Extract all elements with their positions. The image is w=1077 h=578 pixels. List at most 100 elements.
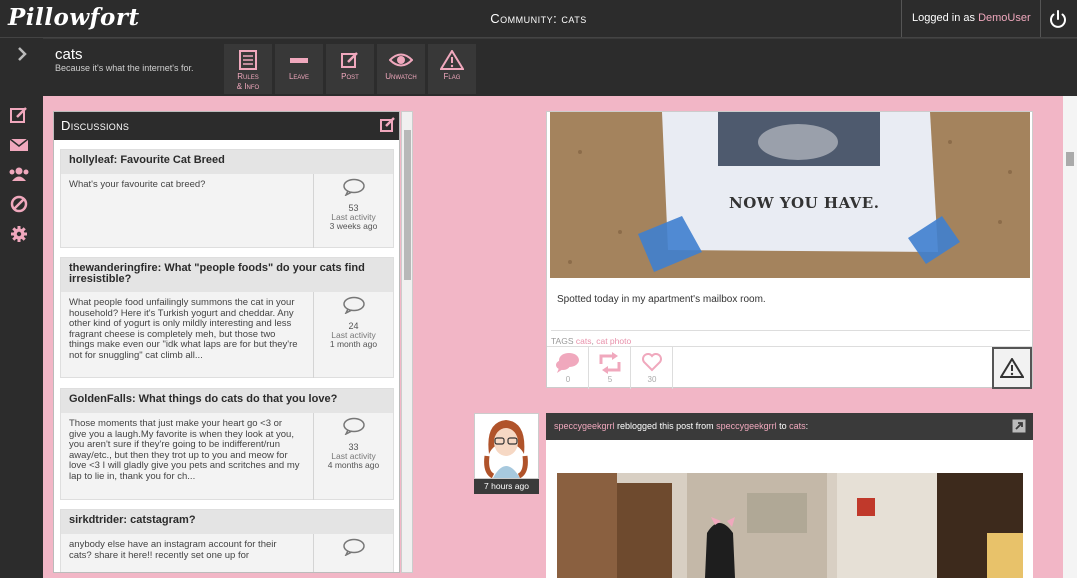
page-scroll-thumb[interactable] [1066, 152, 1074, 166]
post-card: NOW YOU HAVE. Spotted today in my apartm… [546, 111, 1033, 389]
discussion-list: hollyleaf: Favourite Cat Breed What's yo… [54, 140, 399, 572]
discussion-item[interactable]: thewanderingfire: What "people foods" do… [60, 257, 394, 378]
discussion-title[interactable]: thewanderingfire: What "people foods" do… [61, 258, 393, 292]
comments-icon [342, 296, 365, 315]
tags-label: TAGS [551, 336, 574, 346]
eye-icon [389, 53, 413, 67]
sidebar-blocked[interactable] [8, 193, 30, 215]
last-activity-time: 4 months ago [327, 460, 380, 470]
leave-label: Leave [288, 72, 309, 81]
discussion-item[interactable]: GoldenFalls: What things do cats do that… [60, 388, 394, 500]
unwatch-label: Unwatch [385, 72, 417, 81]
pillowfort-logo[interactable]: Pillowfort [8, 4, 140, 31]
avatar-illustration [475, 414, 538, 479]
users-icon [9, 167, 29, 181]
comments-icon [342, 417, 365, 436]
login-status: Logged in as DemoUser [912, 12, 1031, 24]
discussion-title[interactable]: hollyleaf: Favourite Cat Breed [61, 150, 393, 174]
like-count: 30 [647, 375, 657, 384]
open-post-button[interactable] [1012, 419, 1026, 433]
comment-button[interactable]: 0 [547, 347, 589, 389]
post-image[interactable]: NOW YOU HAVE. [550, 112, 1030, 278]
rules-icon [239, 50, 257, 70]
post-image-2[interactable] [557, 473, 1023, 578]
discussion-stats: 53 Last activity 3 weeks ago [313, 174, 393, 248]
chevron-right-icon [17, 47, 27, 61]
discussion-stats: 33 Last activity 4 months ago [313, 413, 393, 500]
sidebar-settings[interactable] [8, 223, 30, 245]
comments-icon [342, 538, 365, 557]
login-area: Logged in as DemoUser [901, 0, 1041, 37]
left-sidebar [0, 38, 43, 578]
power-icon [1050, 10, 1066, 28]
avatar[interactable] [474, 413, 539, 479]
tape-overlay [638, 216, 960, 272]
post-body-2 [546, 440, 1033, 578]
discussion-item[interactable]: hollyleaf: Favourite Cat Breed What's yo… [60, 149, 394, 248]
community-header: cats Because it's what the internet's fo… [43, 38, 1077, 96]
reblog-text: reblogged this post from [614, 421, 717, 431]
last-activity-time: 1 month ago [329, 339, 378, 349]
login-prefix: Logged in as [912, 12, 979, 24]
discussions-scrollbar[interactable] [401, 111, 413, 573]
discussion-excerpt: What people food unfailingly summons the… [69, 298, 298, 361]
source-user-link[interactable]: speccygeekgrrl [716, 421, 777, 431]
main-area: Discussions hollyleaf: Favourite Cat Bre… [43, 96, 1077, 578]
tag-cats[interactable]: cats [576, 336, 592, 346]
page-scrollbar[interactable] [1063, 96, 1077, 578]
reblog-info: speccygeekgrrl reblogged this post from … [554, 421, 808, 431]
discussion-title[interactable]: sirkdtrider: catstagram? [61, 510, 393, 534]
compose-icon [380, 117, 395, 132]
discussions-title: Discussions [61, 118, 130, 133]
tag-cat-photo[interactable]: cat photo [596, 336, 631, 346]
external-link-icon [1012, 419, 1026, 433]
new-discussion-button[interactable] [379, 116, 397, 134]
comment-count: 0 [565, 375, 571, 384]
sidebar-messages[interactable] [8, 134, 30, 156]
last-activity-time: 3 weeks ago [329, 221, 378, 231]
gear-icon [11, 226, 27, 242]
discussion-stats [313, 534, 393, 572]
minus-icon [290, 58, 308, 63]
expand-sidebar-button[interactable] [0, 38, 43, 70]
block-icon [10, 195, 28, 213]
warning-icon [1000, 358, 1024, 378]
post-timestamp: 7 hours ago [474, 479, 539, 494]
reblog-icon [599, 352, 620, 374]
discussion-excerpt: What's your favourite cat breed? [69, 180, 206, 190]
heart-icon [641, 353, 662, 372]
rules-info-label: Rules & Info [236, 72, 260, 91]
top-bar: Pillowfort Community: cats Logged in as … [0, 0, 1077, 38]
post-button[interactable]: Post [326, 44, 374, 94]
reblogger-link[interactable]: speccygeekgrrl [554, 421, 615, 431]
reblog-header: speccygeekgrrl reblogged this post from … [546, 413, 1033, 440]
logout-button[interactable] [1045, 6, 1071, 32]
unwatch-button[interactable]: Unwatch [377, 44, 425, 94]
reblog-button[interactable]: 5 [589, 347, 631, 389]
flag-label: Flag [443, 72, 461, 81]
room-photo [557, 473, 1023, 578]
discussion-stats: 24 Last activity 1 month ago [313, 292, 393, 378]
community-tagline: Because it's what the internet's for. [55, 63, 194, 73]
post-label: Post [341, 72, 359, 81]
like-button[interactable]: 30 [631, 347, 673, 389]
mail-icon [9, 138, 29, 151]
discussion-item[interactable]: sirkdtrider: catstagram? anybody else ha… [60, 509, 394, 572]
comments-icon [342, 178, 365, 197]
post-actions: 0 5 30 [547, 346, 1032, 389]
flag-community-button[interactable]: Flag [428, 44, 476, 94]
discussions-scroll-thumb[interactable] [404, 130, 411, 280]
community-link[interactable]: cats [789, 421, 806, 431]
sidebar-compose[interactable] [8, 104, 30, 126]
discussion-title[interactable]: GoldenFalls: What things do cats do that… [61, 389, 393, 413]
username-link[interactable]: DemoUser [978, 12, 1031, 24]
flag-post-button[interactable] [992, 347, 1032, 389]
leave-button[interactable]: Leave [275, 44, 323, 94]
discussions-panel: Discussions hollyleaf: Favourite Cat Bre… [53, 111, 400, 573]
discussions-header: Discussions [54, 112, 399, 140]
reblog-count: 5 [607, 375, 613, 384]
rules-info-button[interactable]: Rules & Info [224, 44, 272, 94]
discussion-excerpt: Those moments that just make your heart … [69, 419, 300, 482]
sidebar-communities[interactable] [8, 163, 30, 185]
reblog-suffix: : [805, 421, 809, 431]
